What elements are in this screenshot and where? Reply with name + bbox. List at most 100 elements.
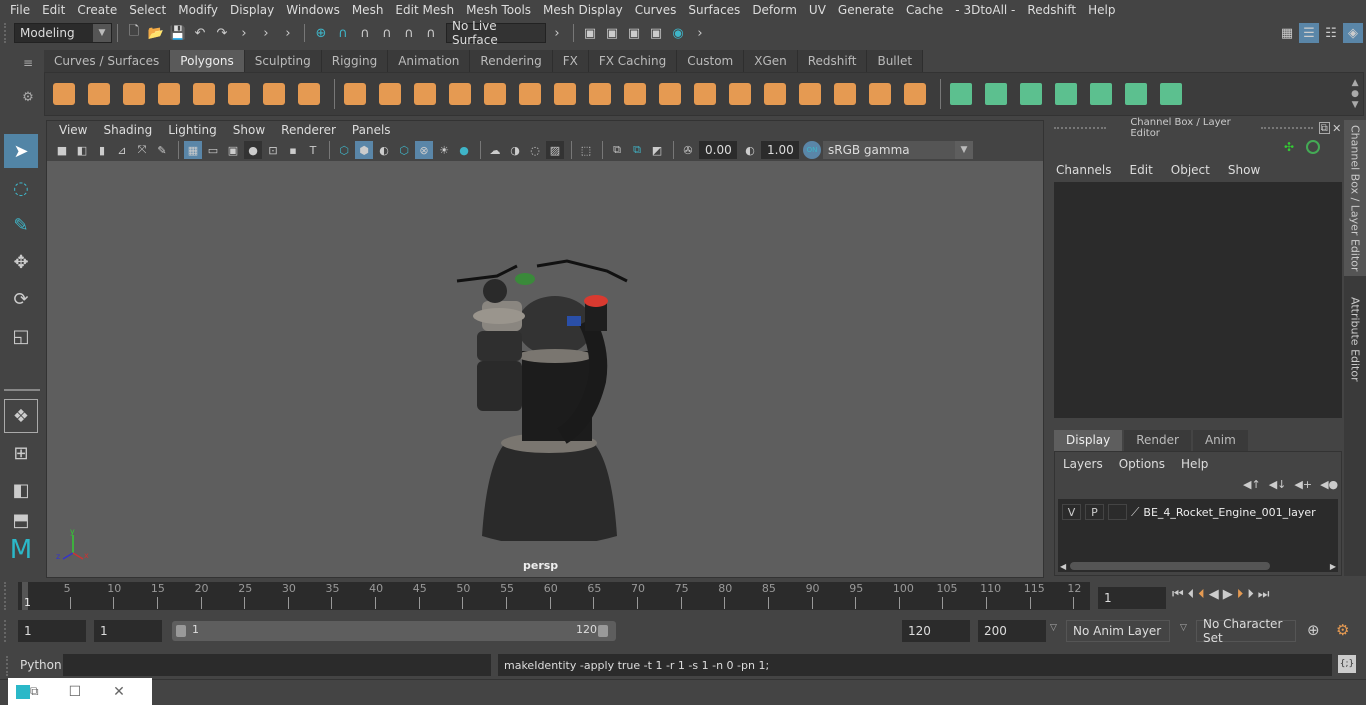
wireframe-on-shaded-icon[interactable]: ◐: [375, 141, 393, 159]
tab-bullet[interactable]: Bullet: [867, 50, 924, 72]
tab-render[interactable]: Render: [1124, 430, 1191, 451]
insert-edge-loop-icon[interactable]: [690, 77, 720, 111]
tab-rendering[interactable]: Rendering: [470, 50, 553, 72]
transform-sphere-icon[interactable]: [1306, 140, 1320, 154]
shadows-icon[interactable]: ●: [455, 141, 473, 159]
move-layer-down-icon[interactable]: ◀↓: [1269, 478, 1287, 491]
cube-icon[interactable]: [84, 77, 114, 111]
maximize-icon[interactable]: ☐: [69, 684, 82, 700]
channel-menu-object[interactable]: Object: [1161, 163, 1218, 177]
new-layer-selected-icon[interactable]: ◀●: [1320, 478, 1338, 491]
step-forward-key-icon[interactable]: ⏵: [1237, 587, 1244, 602]
menu-edit-mesh[interactable]: Edit Mesh: [389, 3, 460, 17]
layer-display-type-toggle[interactable]: [1108, 504, 1127, 520]
screen-space-ao-icon[interactable]: ☁: [486, 141, 504, 159]
fill-hole-icon[interactable]: [655, 77, 685, 111]
snap-live-icon[interactable]: ∩: [421, 23, 441, 43]
uv-editor-icon[interactable]: [1121, 77, 1151, 111]
grip-handle[interactable]: [4, 23, 10, 43]
layout-uv-icon[interactable]: [1156, 77, 1186, 111]
smooth-icon[interactable]: [445, 77, 475, 111]
render-frame-icon[interactable]: ▣: [602, 23, 622, 43]
viewport-canvas[interactable]: y z x persp: [47, 161, 1043, 577]
camera-select-icon[interactable]: ■: [53, 141, 71, 159]
safe-action-icon[interactable]: ▪: [284, 141, 302, 159]
anim-layer-dropdown[interactable]: No Anim Layer: [1066, 620, 1170, 642]
start-time-field[interactable]: 1: [18, 620, 86, 642]
collapse-arrow-icon[interactable]: ›: [256, 23, 276, 43]
tab-attribute-editor[interactable]: Attribute Editor: [1344, 284, 1366, 394]
tab-custom[interactable]: Custom: [677, 50, 745, 72]
menu-help[interactable]: Help: [1082, 3, 1121, 17]
hypershade-icon[interactable]: ◉: [668, 23, 688, 43]
layer-menu-help[interactable]: Help: [1173, 457, 1216, 471]
layer-playback-toggle[interactable]: P: [1085, 504, 1104, 520]
menu-3dtoall[interactable]: - 3DtoAll -: [949, 3, 1021, 17]
grid-icon[interactable]: ▦: [184, 141, 202, 159]
step-back-frame-icon[interactable]: ⏴: [1188, 587, 1195, 602]
tab-xgen[interactable]: XGen: [744, 50, 798, 72]
layer-menu-options[interactable]: Options: [1111, 457, 1173, 471]
merge-icon[interactable]: [830, 77, 860, 111]
shelf-menu-icon[interactable]: ≡: [18, 56, 38, 76]
play-forwards-icon[interactable]: ▶: [1223, 587, 1233, 602]
wireframe-icon[interactable]: ⬡: [335, 141, 353, 159]
xray-joints-icon[interactable]: ⧉: [608, 141, 626, 159]
tab-display[interactable]: Display: [1054, 430, 1123, 451]
four-view-layout-icon[interactable]: ⊞: [4, 436, 38, 470]
menu-mesh[interactable]: Mesh: [346, 3, 390, 17]
menu-select[interactable]: Select: [123, 3, 172, 17]
grip-handle[interactable]: [6, 656, 16, 676]
tool-settings-toggle-icon[interactable]: ☷: [1321, 23, 1341, 43]
slide-edge-icon[interactable]: [865, 77, 895, 111]
use-all-lights-icon[interactable]: ☀: [435, 141, 453, 159]
mode-dropdown[interactable]: Modeling ▼: [14, 23, 112, 43]
grip-handle[interactable]: [4, 620, 14, 642]
viewport-menu-shading[interactable]: Shading: [95, 123, 160, 137]
step-forward-frame-icon[interactable]: ⏵: [1247, 587, 1254, 602]
move-layer-up-icon[interactable]: ◀↑: [1243, 478, 1261, 491]
manipulator-axis-icon[interactable]: ✣: [1284, 140, 1294, 154]
viewport-menu-lighting[interactable]: Lighting: [160, 123, 225, 137]
bevel-edge-icon[interactable]: [795, 77, 825, 111]
render-settings-icon[interactable]: ▣: [580, 23, 600, 43]
film-gate-icon[interactable]: ▭: [204, 141, 222, 159]
drag-handle[interactable]: [1054, 127, 1107, 129]
cylindrical-map-icon[interactable]: [981, 77, 1011, 111]
extrude-edge-icon[interactable]: [760, 77, 790, 111]
scroll-right-icon[interactable]: ▶: [1330, 562, 1336, 571]
planar-map-icon[interactable]: [946, 77, 976, 111]
resolution-gate-icon[interactable]: ▣: [224, 141, 242, 159]
menu-edit[interactable]: Edit: [36, 3, 71, 17]
character-set-dropdown[interactable]: No Character Set: [1196, 617, 1296, 645]
modeling-toolkit-icon[interactable]: ▦: [1277, 23, 1297, 43]
ipr-render-icon[interactable]: ▣: [624, 23, 644, 43]
field-chart-icon[interactable]: ⊡: [264, 141, 282, 159]
float-panel-icon[interactable]: ⧉: [1318, 122, 1330, 134]
attribute-editor-toggle-icon[interactable]: ☰: [1299, 23, 1319, 43]
bridge-edge-icon[interactable]: [725, 77, 755, 111]
anim-end-field[interactable]: 200: [978, 620, 1046, 642]
chevron-down-icon[interactable]: ▽: [1050, 623, 1057, 633]
backface-culling-icon[interactable]: ◩: [648, 141, 666, 159]
mirror-icon[interactable]: [410, 77, 440, 111]
menu-mesh-display[interactable]: Mesh Display: [537, 3, 629, 17]
paint-select-tool-icon[interactable]: ✎: [4, 208, 38, 242]
render-view-icon[interactable]: ▣: [646, 23, 666, 43]
tab-rigging[interactable]: Rigging: [321, 50, 389, 72]
image-plane-icon[interactable]: ⊿: [113, 141, 131, 159]
extrude-icon[interactable]: [480, 77, 510, 111]
gate-mask-icon[interactable]: ●: [244, 141, 262, 159]
multi-cut-icon[interactable]: [585, 77, 615, 111]
collapse-arrow-icon[interactable]: ›: [690, 23, 710, 43]
menu-deform[interactable]: Deform: [746, 3, 803, 17]
two-d-pan-zoom-icon[interactable]: ⤧: [133, 141, 151, 159]
combine-icon[interactable]: [340, 77, 370, 111]
open-scene-icon[interactable]: 📂: [146, 23, 166, 43]
new-empty-layer-icon[interactable]: ◀+: [1294, 478, 1312, 491]
rocket-engine-model[interactable]: [437, 221, 637, 541]
camera-attributes-icon[interactable]: ◧: [73, 141, 91, 159]
tab-animation[interactable]: Animation: [388, 50, 471, 72]
bridge-icon[interactable]: [515, 77, 545, 111]
select-tool-icon[interactable]: ➤: [4, 134, 38, 168]
